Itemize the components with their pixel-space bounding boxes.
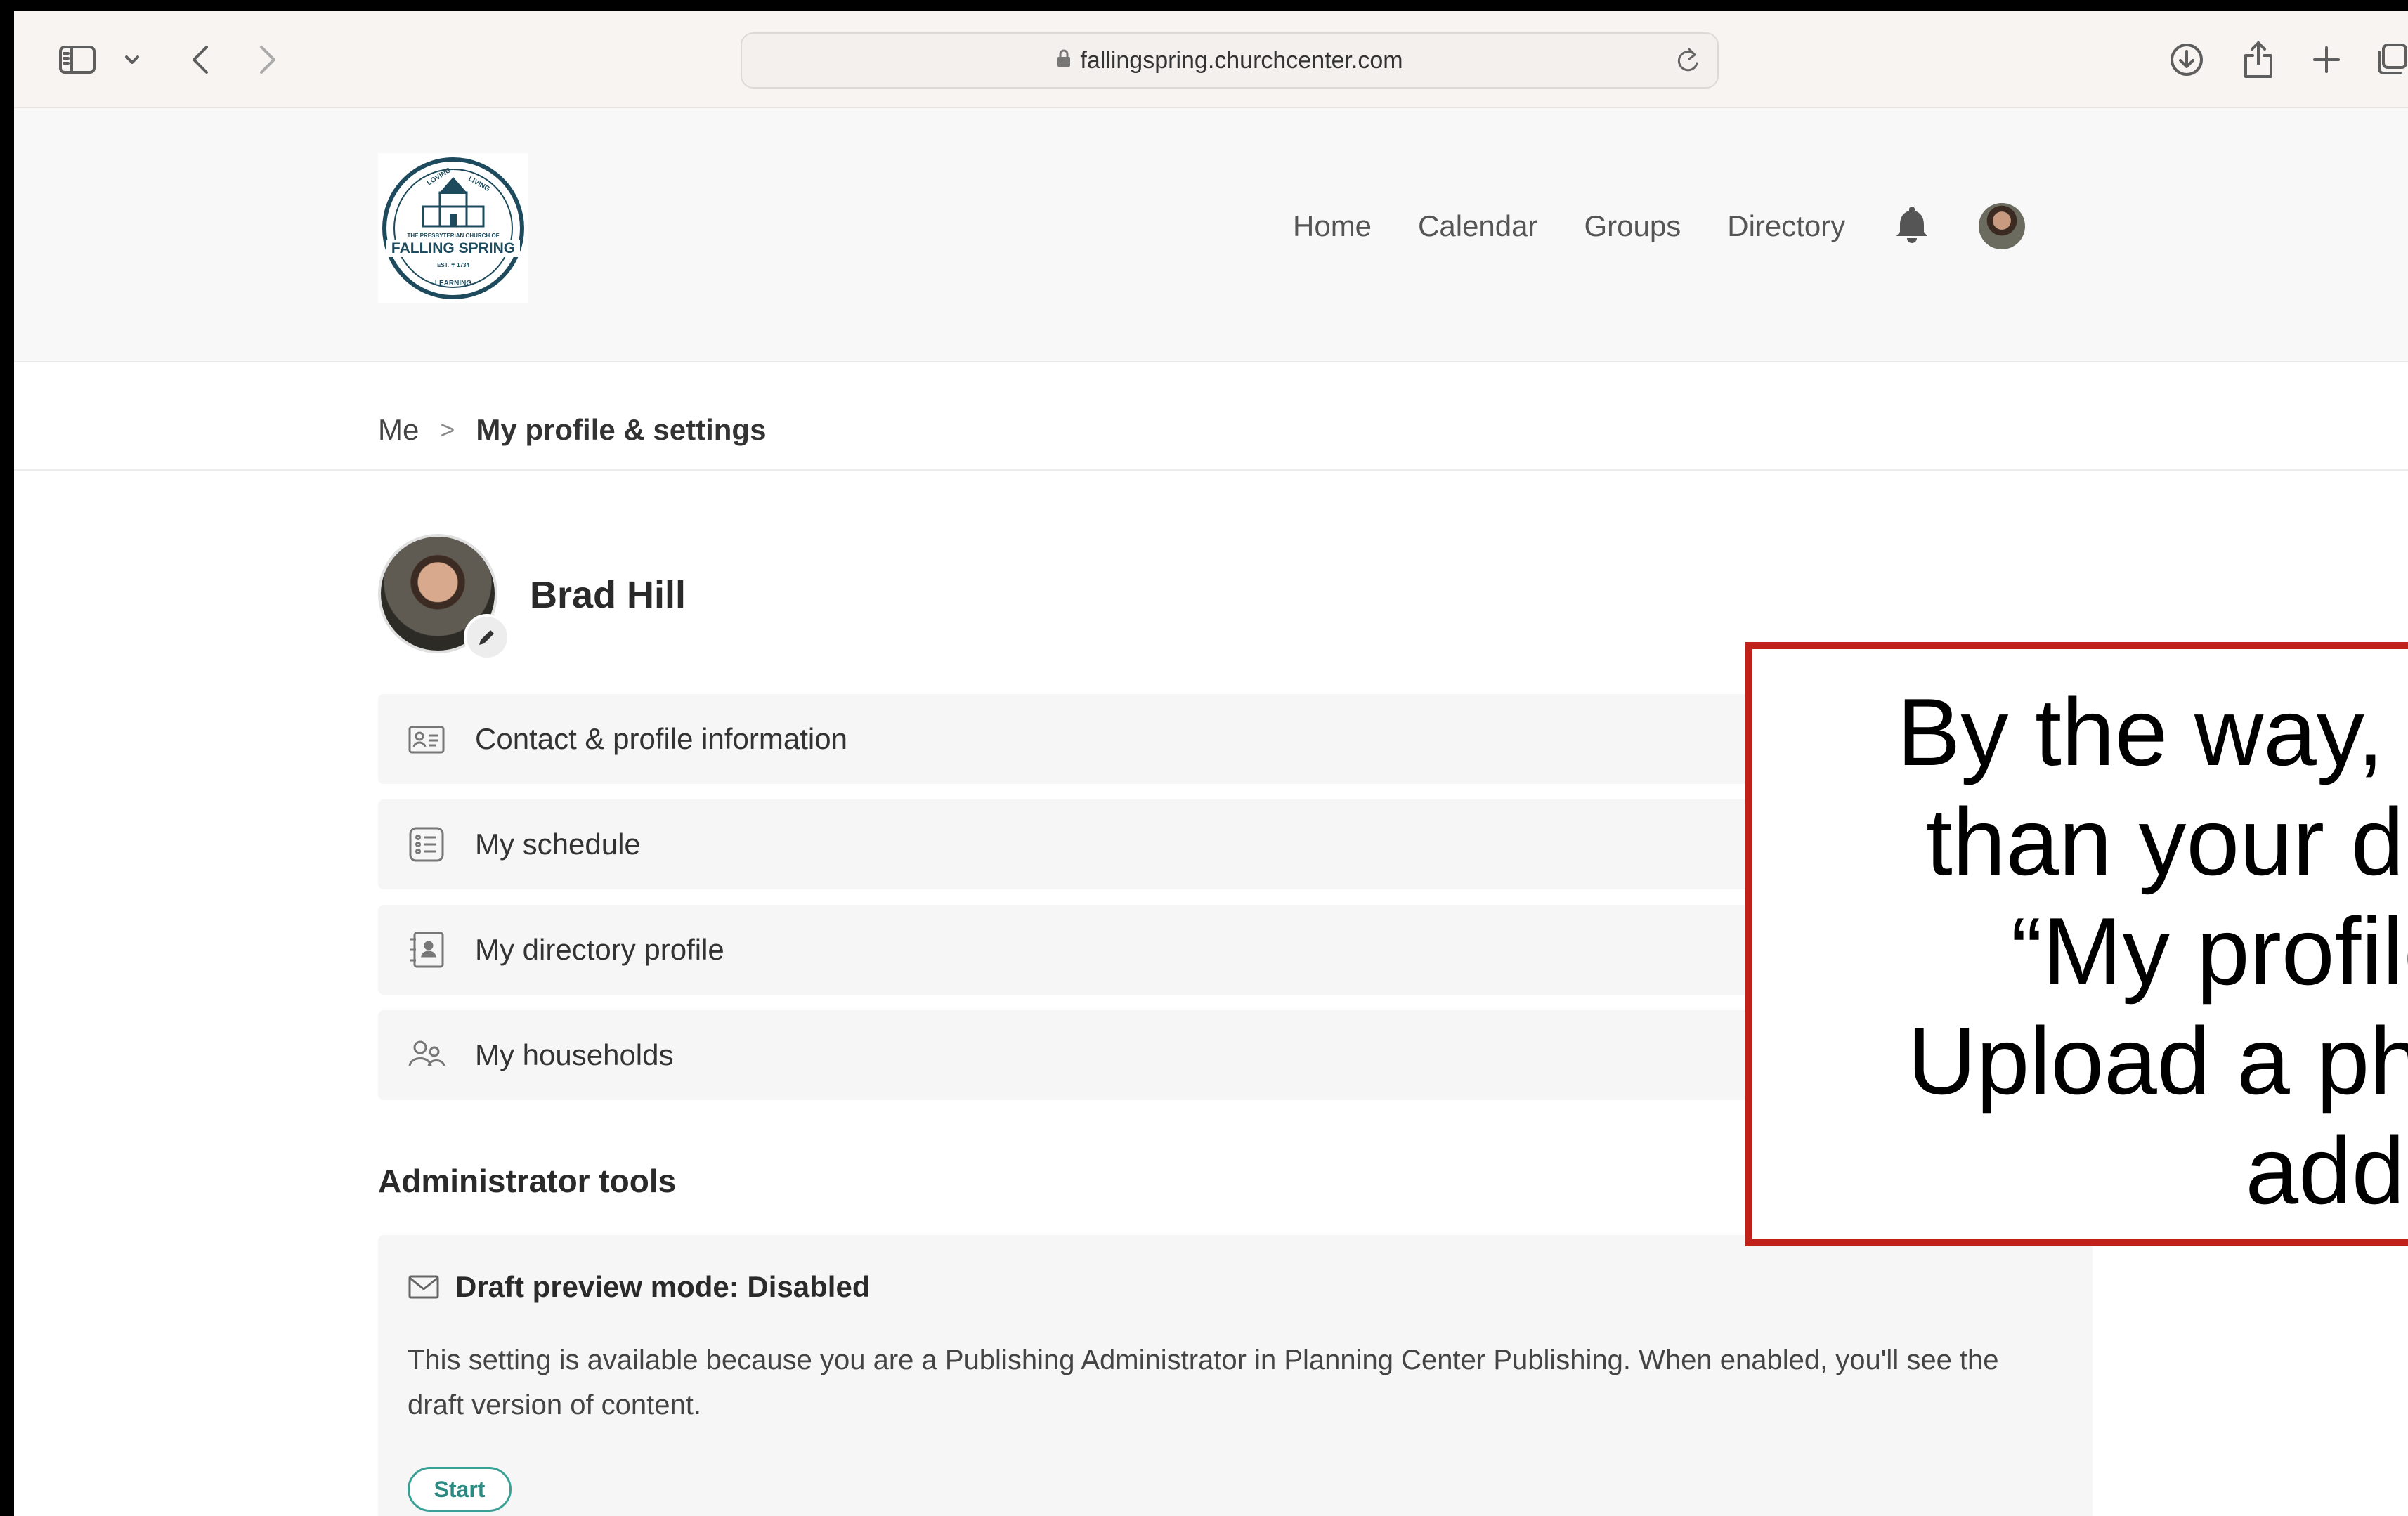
lock-icon	[1056, 47, 1072, 74]
chevron-down-icon[interactable]	[119, 11, 145, 108]
callout-line: By the way, y	[1896, 679, 2408, 785]
admin-tools-heading: Administrator tools	[378, 1163, 677, 1199]
address-bar[interactable]: fallingspring.churchcenter.com	[741, 32, 1719, 89]
url-text: fallingspring.churchcenter.com	[1080, 46, 1403, 74]
callout-line: “My profile	[2010, 898, 2408, 1005]
user-avatar[interactable]	[1979, 203, 2026, 249]
site-header: LOVING LIVING THE PRESBYTERIAN CHURCH OF…	[14, 108, 2408, 362]
reload-icon[interactable]	[1674, 45, 1702, 82]
breadcrumb-me-link[interactable]: Me	[378, 413, 419, 447]
draft-preview-card: Draft preview mode: Disabled This settin…	[378, 1235, 2093, 1516]
contact-book-icon	[410, 932, 444, 968]
callout-text: By the way, y than your dir “My profile …	[1752, 677, 2408, 1225]
breadcrumb-separator: >	[440, 415, 455, 444]
menu-item-label: My schedule	[475, 828, 641, 861]
breadcrumb: Me > My profile & settings	[378, 396, 766, 464]
nav-home[interactable]: Home	[1293, 209, 1372, 243]
nav-calendar[interactable]: Calendar	[1418, 209, 1537, 243]
menu-item-label: My directory profile	[475, 933, 724, 966]
callout-line: add	[2245, 1117, 2405, 1224]
people-icon	[408, 1040, 445, 1066]
callout-line: Upload a pho	[1907, 1007, 2408, 1114]
main-nav: Home Calendar Groups Directory	[1293, 192, 2026, 260]
pencil-icon[interactable]	[464, 614, 510, 660]
tab-overview-icon[interactable]	[2372, 11, 2408, 108]
forward-icon[interactable]	[250, 11, 285, 108]
menu-item-label: Contact & profile information	[475, 722, 847, 755]
breadcrumb-current: My profile & settings	[476, 413, 767, 446]
browser-toolbar: fallingspring.churchcenter.com	[14, 11, 2408, 108]
new-tab-icon[interactable]	[2309, 11, 2344, 108]
nav-groups[interactable]: Groups	[1584, 209, 1681, 243]
annotation-callout: By the way, y than your dir “My profile …	[1745, 642, 2408, 1246]
nav-directory[interactable]: Directory	[1727, 209, 1845, 243]
bell-icon[interactable]	[1892, 202, 1932, 250]
downloads-icon[interactable]	[2166, 11, 2208, 108]
profile-name: Brad Hill	[530, 574, 686, 616]
back-icon[interactable]	[183, 11, 218, 108]
svg-text:EST. ✝ 1734: EST. ✝ 1734	[437, 262, 469, 268]
divider	[14, 469, 2408, 471]
list-icon	[409, 827, 444, 862]
share-icon[interactable]	[2239, 11, 2278, 108]
draft-preview-label: Draft preview mode: Disabled	[455, 1270, 871, 1303]
envelope-icon	[408, 1275, 439, 1299]
browser-window: fallingspring.churchcenter.com LOVING LI…	[14, 11, 2408, 1516]
draft-preview-title: Draft preview mode: Disabled	[408, 1270, 870, 1304]
draft-preview-description: This setting is available because you ar…	[408, 1345, 1999, 1420]
menu-item-label: My households	[475, 1038, 674, 1071]
start-button[interactable]: Start	[408, 1467, 512, 1512]
svg-text:LEARNING: LEARNING	[435, 280, 471, 287]
church-logo[interactable]: LOVING LIVING THE PRESBYTERIAN CHURCH OF…	[378, 153, 528, 303]
svg-text:THE PRESBYTERIAN CHURCH OF: THE PRESBYTERIAN CHURCH OF	[407, 233, 499, 239]
sidebar-toggle-icon[interactable]	[56, 11, 98, 108]
id-card-icon	[408, 726, 445, 754]
svg-text:FALLING SPRING: FALLING SPRING	[391, 240, 515, 256]
callout-line: than your dir	[1926, 788, 2408, 895]
